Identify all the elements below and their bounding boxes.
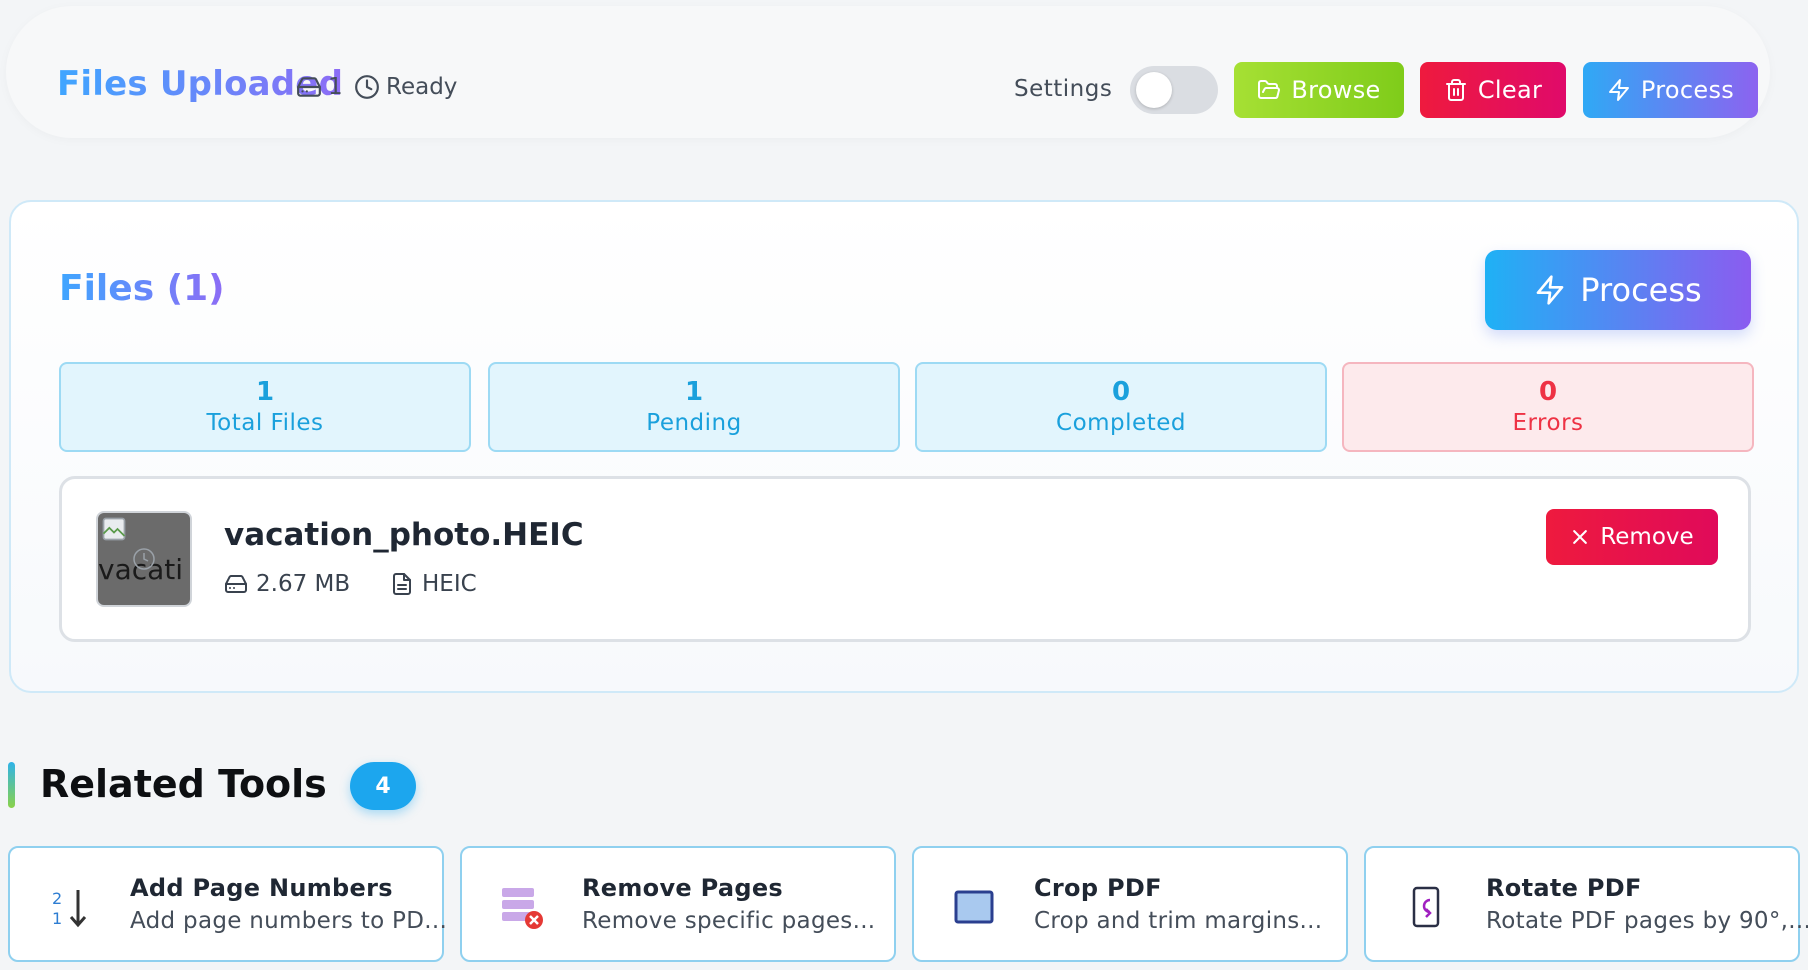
drive-icon [297, 77, 321, 97]
process-button[interactable]: Process [1485, 250, 1751, 330]
tool-card-rotate-pdf[interactable]: Rotate PDF Rotate PDF pages by 90°,... [1364, 846, 1808, 962]
stat-errors: 0 Errors [1342, 362, 1754, 452]
settings-toggle[interactable] [1130, 66, 1218, 114]
file-type-text: HEIC [422, 571, 477, 597]
files-panel: Files (1) Process 1 Total Files 1 Pendin… [9, 200, 1799, 693]
folder-open-icon [1258, 80, 1281, 99]
file-type: HEIC [390, 571, 477, 597]
stat-value: 0 [1538, 377, 1558, 407]
tool-desc: Add page numbers to PD... [130, 908, 448, 934]
tool-desc: Remove specific pages... [582, 908, 876, 934]
stat-completed: 0 Completed [915, 362, 1327, 452]
tool-desc: Rotate PDF pages by 90°,... [1486, 908, 1808, 934]
stat-value: 0 [1111, 377, 1131, 407]
lightning-icon [1608, 79, 1629, 101]
status-text: Ready [386, 74, 458, 100]
related-tools-count: 4 [350, 762, 416, 810]
process-label: Process [1640, 76, 1735, 104]
stat-total-files: 1 Total Files [59, 362, 471, 452]
stat-label: Pending [646, 410, 742, 436]
document-icon [393, 573, 411, 595]
tool-card-add-page-numbers[interactable]: 2 1 Add Page Numbers Add page numbers to… [8, 846, 448, 962]
file-name: vacation_photo.HEIC [224, 517, 584, 553]
close-icon [1573, 530, 1588, 544]
lightning-icon [1536, 275, 1564, 305]
svg-text:1: 1 [52, 909, 62, 928]
related-tools-title: Related Tools [40, 762, 327, 806]
svg-text:2: 2 [52, 889, 62, 908]
drive-icon [225, 575, 247, 593]
tool-name: Add Page Numbers [130, 874, 393, 902]
tool-card-remove-pages[interactable]: Remove Pages Remove specific pages... [460, 846, 896, 962]
file-size-text: 2.67 MB [256, 571, 351, 597]
process-big-label: Process [1580, 271, 1702, 309]
toggle-knob [1136, 72, 1172, 108]
stat-label: Total Files [206, 410, 324, 436]
remove-pages-icon [502, 888, 543, 929]
process-button-header[interactable]: Process [1583, 62, 1758, 118]
stat-label: Errors [1512, 410, 1584, 436]
rotate-icon [1412, 886, 1440, 928]
trash-icon [1445, 79, 1466, 101]
files-panel-title: Files (1) [59, 268, 225, 309]
browse-label: Browse [1291, 76, 1381, 104]
section-accent-bar [8, 762, 15, 808]
broken-image-icon [102, 517, 126, 541]
clear-label: Clear [1477, 76, 1543, 104]
tool-desc: Crop and trim margins... [1034, 908, 1323, 934]
tool-name: Crop PDF [1034, 874, 1162, 902]
clock-icon [133, 548, 155, 570]
stat-value: 1 [255, 377, 275, 407]
clock-icon [355, 75, 379, 99]
file-row: vacati vacation_photo.HEIC 2.67 MB HEIC … [59, 476, 1751, 642]
tool-card-crop-pdf[interactable]: Crop PDF Crop and trim margins... [912, 846, 1348, 962]
tool-name: Remove Pages [582, 874, 784, 902]
file-size: 2.67 MB [224, 571, 350, 597]
remove-label: Remove [1600, 524, 1694, 550]
stat-value: 1 [684, 377, 704, 407]
browse-button[interactable]: Browse [1234, 62, 1404, 118]
clear-button[interactable]: Clear [1420, 62, 1566, 118]
settings-label: Settings [1014, 76, 1113, 102]
remove-button[interactable]: Remove [1546, 509, 1718, 565]
file-count-chip: 1 [296, 74, 343, 100]
top-bar: Files Uploaded 1 Ready Settings Browse C… [6, 6, 1770, 138]
status-chip: Ready [354, 74, 457, 100]
page-numbers-icon: 2 1 [52, 889, 87, 928]
stat-label: Completed [1056, 410, 1186, 436]
file-count: 1 [328, 74, 343, 100]
stat-pending: 1 Pending [488, 362, 900, 452]
tool-name: Rotate PDF [1486, 874, 1642, 902]
crop-icon [954, 890, 994, 924]
file-thumbnail: vacati [96, 511, 192, 607]
